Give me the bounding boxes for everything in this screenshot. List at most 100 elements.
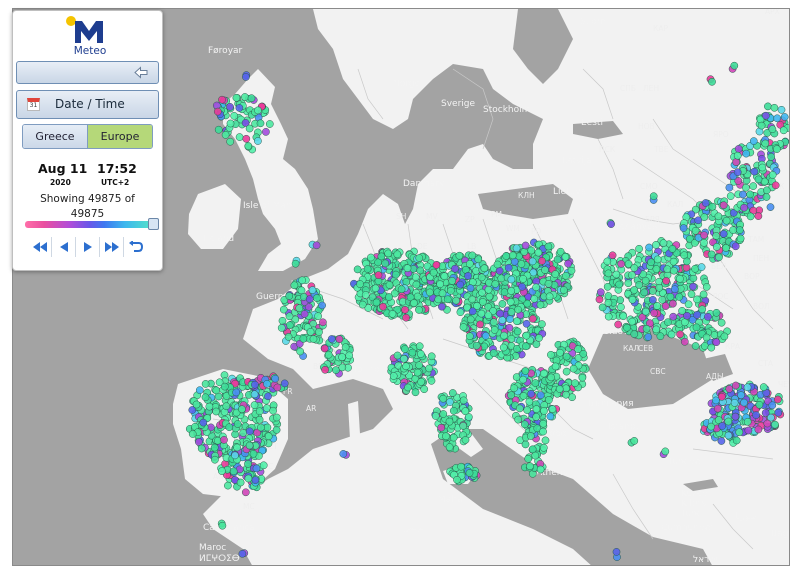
observation-marker[interactable] [514, 305, 522, 314]
observation-marker[interactable] [534, 248, 543, 257]
observation-marker[interactable] [612, 548, 621, 556]
observation-marker[interactable] [493, 260, 502, 269]
observation-marker[interactable] [607, 220, 615, 228]
observation-marker[interactable] [324, 350, 333, 359]
observation-marker[interactable] [659, 239, 668, 247]
observation-marker[interactable] [461, 407, 470, 416]
observation-marker[interactable] [429, 268, 438, 277]
observation-marker[interactable] [295, 304, 304, 313]
observation-marker[interactable] [528, 257, 537, 266]
observation-marker[interactable] [491, 280, 500, 288]
observation-marker[interactable] [662, 277, 671, 285]
observation-marker[interactable] [617, 303, 625, 311]
time-slider-handle[interactable] [148, 218, 159, 230]
observation-marker[interactable] [547, 350, 555, 359]
observation-marker[interactable] [531, 451, 540, 460]
observation-marker[interactable] [758, 163, 767, 172]
rewind-icon[interactable] [28, 237, 51, 257]
observation-marker[interactable] [762, 193, 771, 201]
observation-marker[interactable] [259, 461, 268, 470]
time-slider-track[interactable] [25, 221, 153, 228]
observation-marker[interactable] [773, 114, 782, 123]
observation-marker[interactable] [595, 295, 604, 304]
observation-marker[interactable] [245, 441, 254, 450]
observation-marker[interactable] [455, 251, 464, 260]
observation-marker[interactable] [733, 151, 742, 160]
step-back-icon[interactable] [52, 237, 75, 257]
observation-marker[interactable] [226, 103, 234, 111]
observation-marker[interactable] [604, 312, 613, 321]
observation-marker[interactable] [702, 283, 711, 291]
observation-marker[interactable] [528, 314, 537, 323]
observation-marker[interactable] [507, 334, 516, 343]
observation-marker[interactable] [562, 271, 570, 280]
observation-marker[interactable] [522, 319, 531, 328]
observation-marker[interactable] [481, 332, 490, 340]
observation-marker[interactable] [712, 338, 721, 347]
observation-marker[interactable] [698, 305, 707, 314]
observation-marker[interactable] [507, 391, 515, 400]
observation-marker[interactable] [489, 318, 498, 327]
observation-marker[interactable] [456, 308, 465, 317]
observation-marker[interactable] [245, 124, 254, 133]
observation-marker[interactable] [596, 288, 605, 297]
observation-marker[interactable] [345, 351, 354, 360]
observation-marker[interactable] [630, 437, 639, 445]
observation-marker[interactable] [250, 390, 259, 399]
observation-marker[interactable] [635, 244, 643, 253]
observation-marker[interactable] [508, 251, 517, 260]
observation-marker[interactable] [265, 120, 274, 128]
observation-marker[interactable] [367, 253, 375, 262]
observation-marker[interactable] [249, 449, 258, 458]
observation-marker[interactable] [244, 474, 253, 483]
observation-marker[interactable] [603, 257, 612, 266]
observation-marker[interactable] [699, 290, 708, 299]
observation-marker[interactable] [497, 274, 506, 283]
observation-marker[interactable] [415, 254, 424, 262]
observation-marker[interactable] [512, 244, 521, 253]
observation-marker[interactable] [571, 379, 579, 388]
observation-marker[interactable] [403, 264, 412, 273]
observation-marker[interactable] [532, 413, 541, 421]
observation-marker[interactable] [521, 440, 530, 449]
observation-marker[interactable] [623, 323, 631, 332]
observation-marker[interactable] [757, 121, 766, 130]
observation-marker[interactable] [742, 149, 751, 158]
observation-marker[interactable] [262, 128, 270, 136]
observation-marker[interactable] [731, 412, 740, 421]
observation-marker[interactable] [670, 266, 678, 275]
observation-marker[interactable] [722, 244, 730, 252]
observation-marker[interactable] [341, 343, 350, 352]
observation-marker[interactable] [725, 385, 734, 393]
observation-marker[interactable] [452, 296, 460, 305]
observation-marker[interactable] [353, 265, 362, 274]
observation-marker[interactable] [272, 426, 281, 434]
observation-marker[interactable] [676, 274, 684, 283]
observation-marker[interactable] [426, 288, 434, 297]
observation-marker[interactable] [425, 364, 433, 373]
observation-marker[interactable] [553, 255, 562, 264]
observation-marker[interactable] [298, 276, 307, 285]
observation-marker[interactable] [361, 291, 370, 299]
observation-marker[interactable] [680, 318, 689, 327]
observation-marker[interactable] [401, 345, 409, 353]
observation-marker[interactable] [372, 298, 381, 307]
observation-marker[interactable] [263, 380, 271, 388]
observation-marker[interactable] [506, 298, 515, 306]
observation-marker[interactable] [666, 292, 675, 301]
observation-marker[interactable] [238, 549, 247, 558]
observation-marker[interactable] [691, 264, 699, 273]
observation-marker[interactable] [768, 171, 777, 179]
observation-marker[interactable] [459, 396, 468, 405]
observation-marker[interactable] [393, 250, 402, 259]
observation-marker[interactable] [272, 413, 281, 422]
observation-marker[interactable] [465, 332, 474, 341]
observation-marker[interactable] [224, 481, 232, 490]
observation-marker[interactable] [578, 373, 587, 382]
observation-marker[interactable] [755, 400, 764, 409]
observation-marker[interactable] [192, 400, 201, 409]
observation-marker[interactable] [498, 300, 507, 308]
observation-marker[interactable] [384, 249, 393, 258]
observation-marker[interactable] [201, 393, 210, 402]
observation-marker[interactable] [779, 126, 788, 135]
